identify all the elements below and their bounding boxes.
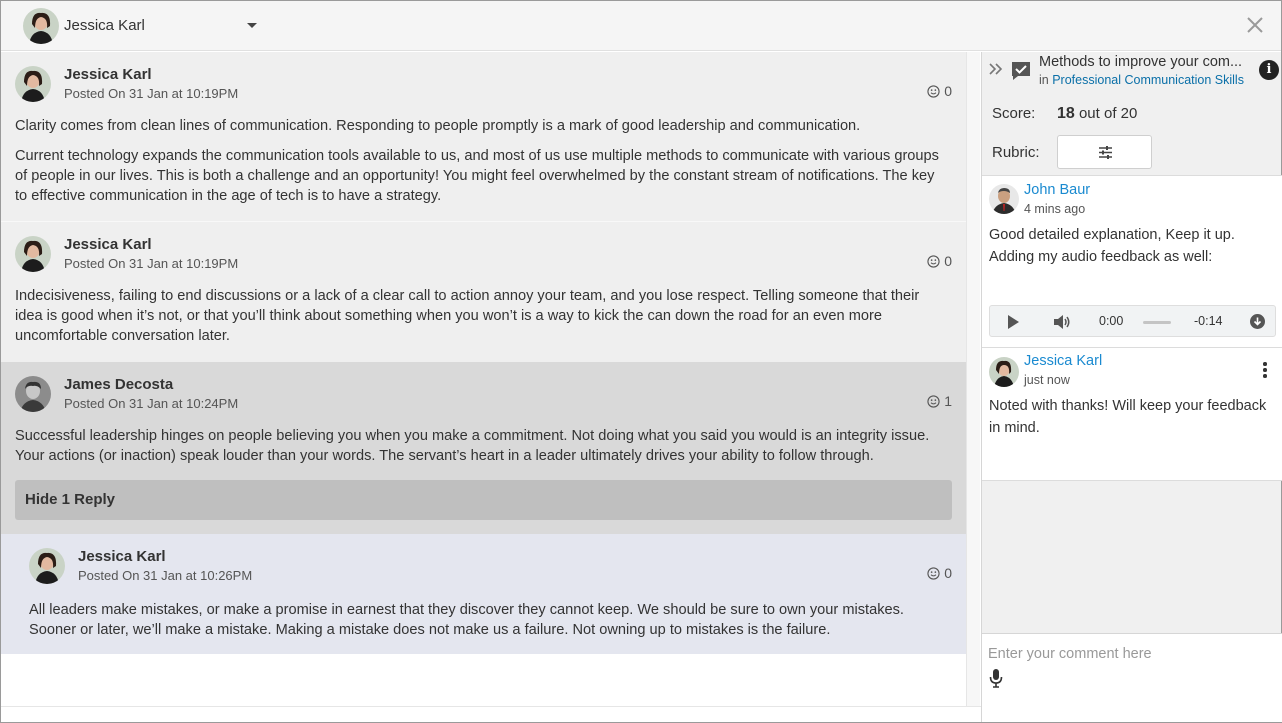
audio-progress-bar[interactable] [1143, 321, 1171, 324]
discussion-check-icon [1010, 60, 1032, 82]
audio-remaining-time: -0:14 [1194, 314, 1223, 328]
score-suffix: out of 20 [1078, 105, 1138, 122]
comment-line: Adding my audio feedback as well: [989, 249, 1213, 265]
grading-panel: Methods to improve your com... in Profes… [981, 52, 1282, 722]
comment-time: 4 mins ago [1024, 202, 1086, 216]
avatar [23, 8, 59, 44]
reply-item: Jessica Karl Posted On 31 Jan at 10:26PM… [1, 534, 966, 654]
hide-replies-button[interactable]: Hide 1 Reply [15, 480, 952, 520]
panel-header: Methods to improve your com... in Profes… [982, 52, 1282, 96]
post-item-active: James Decosta Posted On 31 Jan at 10:24P… [1, 362, 966, 534]
score-value: 18 out of 20 [1057, 105, 1137, 123]
avatar [29, 548, 65, 584]
topic-title: Methods to improve your com... [1039, 54, 1243, 70]
comment-author[interactable]: Jessica Karl [1024, 353, 1102, 369]
info-icon[interactable]: i [1259, 60, 1279, 80]
sliders-icon [1099, 146, 1112, 159]
post-item: Jessica Karl Posted On 31 Jan at 10:19PM… [1, 221, 966, 362]
comment-text: Noted with thanks! Will keep your feedba… [989, 398, 1267, 436]
post-author: Jessica Karl [64, 236, 152, 253]
post-item: Jessica Karl Posted On 31 Jan at 10:19PM… [1, 52, 966, 221]
smiley-icon [927, 254, 940, 268]
rubric-button[interactable] [1057, 135, 1152, 169]
more-options-icon[interactable] [1263, 362, 1267, 378]
microphone-icon[interactable] [989, 668, 1003, 688]
post-paragraph: Indecisiveness, failing to end discussio… [15, 288, 920, 344]
reaction-count: 1 [944, 393, 952, 409]
avatar [15, 376, 51, 412]
rubric-label: Rubric: [992, 144, 1040, 161]
reaction-counter[interactable]: 0 [927, 253, 952, 269]
comment-input[interactable] [988, 642, 1274, 666]
comments-list: John Baur 4 mins ago Good detailed expla… [982, 175, 1282, 481]
avatar [15, 236, 51, 272]
comment-composer [982, 633, 1282, 722]
comment-text: Good detailed explanation, Keep it up. A… [989, 224, 1274, 268]
comment-divider [982, 347, 1282, 348]
reaction-count: 0 [944, 565, 952, 581]
reaction-counter[interactable]: 1 [927, 393, 952, 409]
avatar [15, 66, 51, 102]
post-paragraph: All leaders make mistakes, or make a pro… [29, 602, 904, 638]
post-timestamp: Posted On 31 Jan at 10:19PM [64, 256, 239, 271]
reaction-count: 0 [944, 83, 952, 99]
score-label: Score: [992, 105, 1036, 122]
user-name[interactable]: Jessica Karl [64, 17, 145, 34]
audio-current-time: 0:00 [1099, 314, 1124, 328]
post-timestamp: Posted On 31 Jan at 10:24PM [64, 396, 239, 411]
course-link[interactable]: Professional Communication Skills [1052, 73, 1244, 87]
smiley-icon [927, 84, 940, 98]
double-chevron-right-icon[interactable] [988, 61, 1004, 77]
comment-author[interactable]: John Baur [1024, 182, 1090, 198]
in-prefix: in [1039, 73, 1049, 87]
comment-line: Good detailed explanation, Keep it up. [989, 227, 1235, 243]
posts-scrollbar[interactable] [966, 52, 980, 706]
audio-player: 0:00 -0:14 [989, 305, 1276, 337]
reaction-counter[interactable]: 0 [927, 83, 952, 99]
post-author: Jessica Karl [78, 548, 166, 565]
post-author: Jessica Karl [64, 66, 152, 83]
post-paragraph: Clarity comes from clean lines of commun… [15, 118, 861, 134]
close-icon[interactable] [1244, 14, 1266, 36]
post-body: Successful leadership hinges on people b… [15, 426, 950, 476]
user-dropdown-caret-icon[interactable] [247, 23, 257, 28]
bottom-strip [1, 706, 981, 722]
post-body: Clarity comes from clean lines of commun… [15, 116, 950, 216]
post-timestamp: Posted On 31 Jan at 10:26PM [78, 568, 253, 583]
post-timestamp: Posted On 31 Jan at 10:19PM [64, 86, 239, 101]
top-bar: Jessica Karl [1, 1, 1281, 51]
download-icon[interactable] [1250, 314, 1265, 329]
post-paragraph: Current technology expands the communica… [15, 148, 939, 204]
discussion-posts: Jessica Karl Posted On 31 Jan at 10:19PM… [1, 52, 966, 706]
avatar [989, 357, 1019, 387]
reaction-count: 0 [944, 253, 952, 269]
smiley-icon [927, 394, 940, 408]
smiley-icon [927, 566, 940, 580]
post-paragraph: Successful leadership hinges on people b… [15, 428, 930, 464]
play-icon[interactable] [1008, 315, 1019, 329]
reaction-counter[interactable]: 0 [927, 565, 952, 581]
comment-time: just now [1024, 373, 1070, 387]
post-body: Indecisiveness, failing to end discussio… [15, 286, 950, 356]
post-body: All leaders make mistakes, or make a pro… [29, 600, 929, 650]
volume-icon[interactable] [1053, 314, 1071, 330]
post-author: James Decosta [64, 376, 174, 393]
topic-course: in Professional Communication Skills [1039, 73, 1244, 87]
score-number: 18 [1057, 105, 1075, 122]
avatar [989, 184, 1019, 214]
